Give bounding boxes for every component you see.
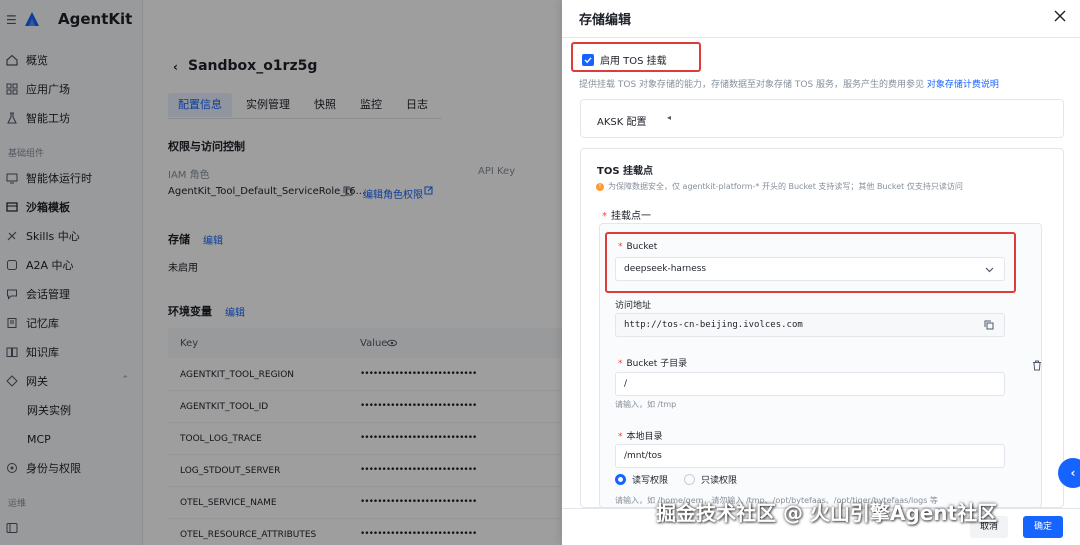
confirm-button[interactable]: 确定 [1023,516,1063,538]
subdir-label: * Bucket 子目录 [618,359,688,369]
bucket-select[interactable]: deepseek-harness [615,257,1005,281]
local-dir-label-text: 本地目录 [626,432,663,442]
local-dir-label: * 本地目录 [618,432,663,442]
tos-description: 提供挂载 TOS 对象存储的能力，存储数据至对象存储 TOS 服务，服务产生的费… [579,77,999,90]
watermark-text: 掘金技术社区 @ 火山引擎Agent社区 [656,501,998,525]
checkbox-checked-icon[interactable] [582,53,594,66]
billing-link[interactable]: 对象存储计费说明 [927,80,999,90]
radio-read-write[interactable]: 读写权限 [615,473,668,486]
chevron-down-icon[interactable] [985,265,994,274]
enable-tos-checkbox[interactable]: 启用 TOS 挂载 [582,52,667,67]
radio-read-only[interactable]: 只读权限 [684,473,737,486]
delete-icon[interactable] [1032,360,1042,371]
close-icon[interactable] [1054,10,1066,22]
ro-label: 只读权限 [701,476,738,486]
notice-text: 为保障数据安全，仅 agentkit-platform-* 开头的 Bucket… [608,182,963,191]
access-addr-field: http://tos-cn-beijing.ivolces.com [615,313,1005,337]
storage-edit-drawer: 存储编辑 启用 TOS 挂载 提供挂载 TOS 对象存储的能力，存储数据至对象存… [562,0,1080,545]
subdir-hint: 请输入，如 /tmp [615,400,677,409]
modal-overlay[interactable] [0,0,562,545]
rw-label: 读写权限 [632,476,669,486]
enable-tos-label: 启用 TOS 挂载 [600,56,667,67]
radio-checked-icon[interactable] [615,474,626,485]
access-addr-label: 访问地址 [615,301,652,311]
radio-unchecked-icon[interactable] [684,474,695,485]
chevron-left-icon: ‹ [1070,466,1076,480]
security-notice: ! 为保障数据安全，仅 agentkit-platform-* 开头的 Bucke… [596,181,963,192]
bucket-label-text: Bucket [626,242,658,252]
access-addr-value: http://tos-cn-beijing.ivolces.com [624,320,803,330]
mount-one-title: * 挂载点一 [602,211,651,222]
aksk-label: AKSK 配置 [597,117,647,128]
drawer-divider [562,37,1080,38]
subdir-label-text: Bucket 子目录 [626,359,688,369]
mount-section-title: TOS 挂载点 [597,166,654,177]
bucket-label: * Bucket [618,242,658,252]
tos-description-text: 提供挂载 TOS 对象存储的能力，存储数据至对象存储 TOS 服务，服务产生的费… [579,80,925,90]
warning-icon: ! [596,182,604,191]
bucket-select-value: deepseek-harness [624,264,707,274]
local-dir-input[interactable]: /mnt/tos [615,444,1005,468]
collapse-panel-button[interactable]: ‹ [1058,458,1080,488]
drawer-title: 存储编辑 [579,13,632,28]
caret-left-icon[interactable]: ◂ [667,113,671,122]
aksk-card[interactable]: AKSK 配置 ◂ [580,99,1064,138]
mount-one-label: 挂载点一 [611,211,651,222]
copy-icon[interactable] [984,320,994,330]
subdir-input[interactable]: / [615,372,1005,396]
